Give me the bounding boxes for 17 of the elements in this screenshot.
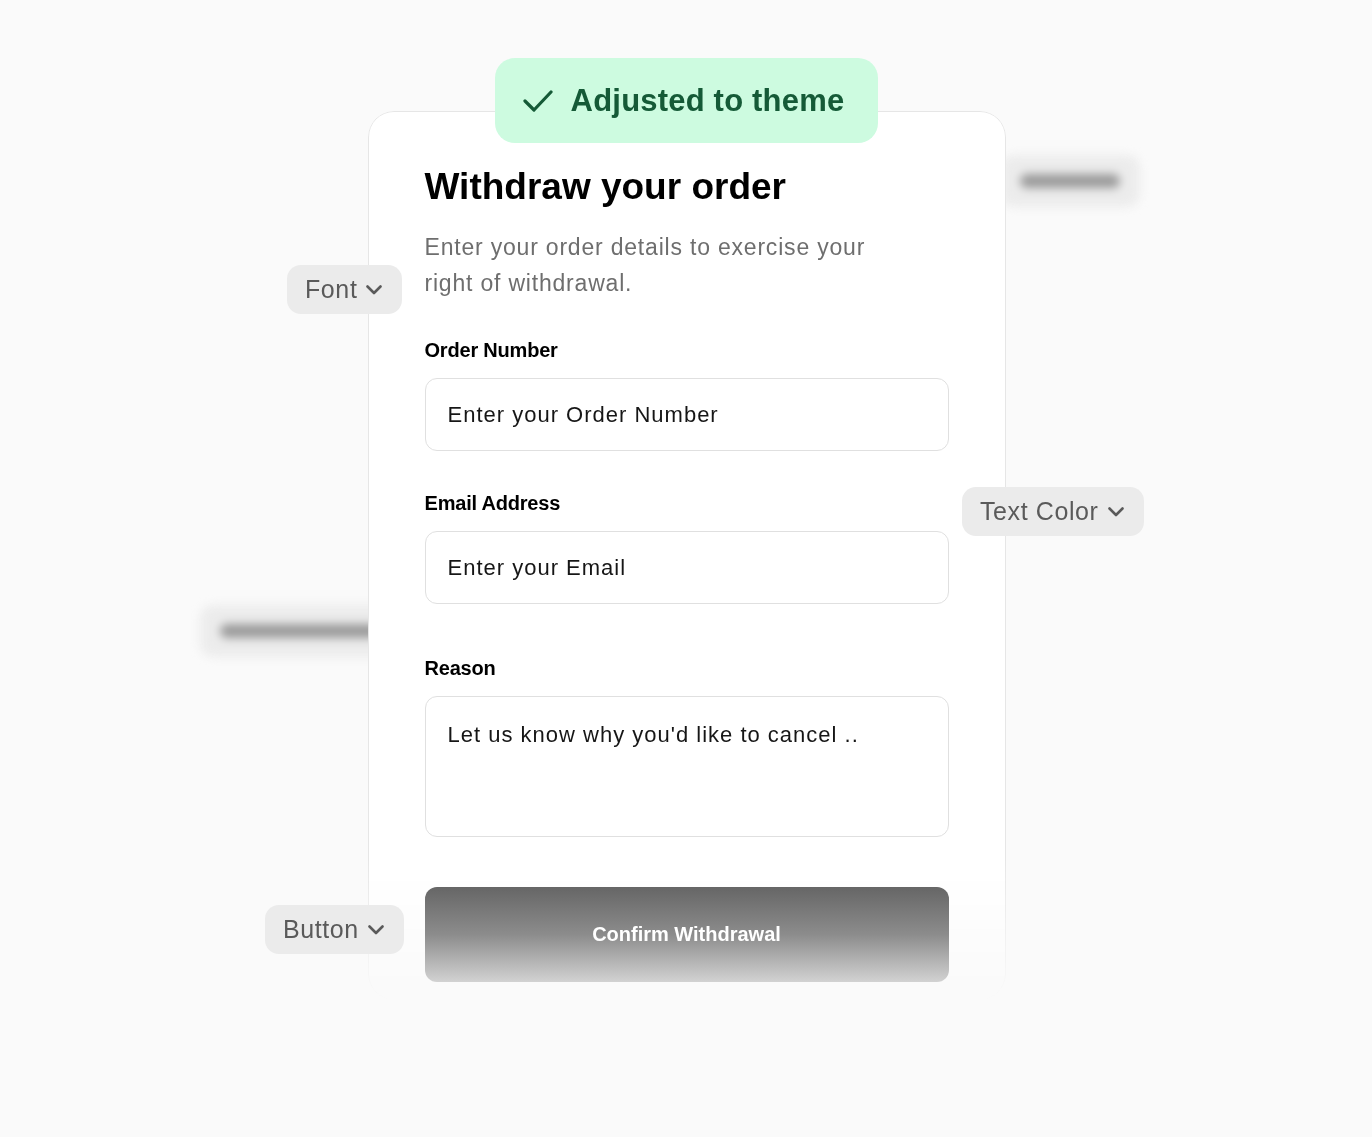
chevron-down-icon (366, 284, 383, 295)
chevron-down-icon (367, 924, 384, 935)
input-field[interactable]: Enter your Order Number (424, 378, 949, 451)
option-dropdown-chip[interactable]: Text Color (962, 487, 1144, 536)
field-label: Email Address (424, 491, 561, 515)
chevron-down-icon (1107, 506, 1124, 517)
form-description: Enter your order details to exercise your right of withdrawal. (424, 233, 867, 298)
confirm-button[interactable]: Confirm Withdrawal (424, 887, 949, 982)
option-dropdown-chip[interactable]: Font (287, 265, 403, 314)
field-label: Order Number (424, 338, 558, 362)
option-dropdown-chip[interactable]: Button (265, 905, 404, 954)
text-area-field[interactable]: Let us know why you'd like to cancel .. (424, 696, 949, 837)
form-title: Withdraw your order (424, 165, 787, 209)
badge-text: Adjusted to theme (570, 82, 845, 119)
field-label: Reason (424, 656, 496, 680)
check-icon (522, 89, 553, 112)
input-field[interactable]: Enter your Email (424, 531, 949, 604)
